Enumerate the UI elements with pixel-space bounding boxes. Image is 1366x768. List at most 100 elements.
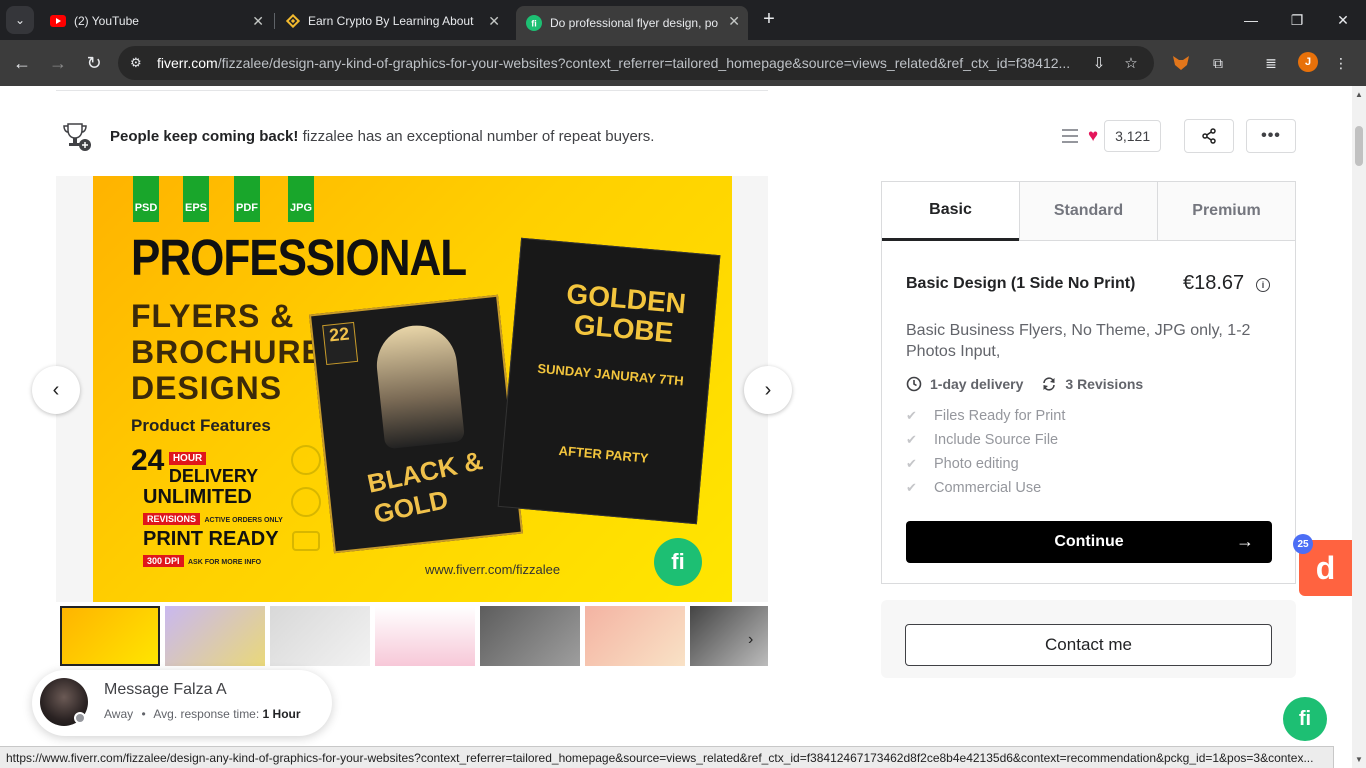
browser-toolbar: ← → ↻ ⚙ fiverr.com/fizzalee/design-any-k… (0, 40, 1366, 86)
media-controls-icon[interactable]: ≣ (1260, 52, 1282, 74)
bookmark-star-icon[interactable]: ☆ (1122, 54, 1140, 72)
tab-premium[interactable]: Premium (1157, 182, 1295, 241)
profile-avatar[interactable]: J (1298, 52, 1318, 72)
tab-label: Earn Crypto By Learning About (308, 14, 474, 28)
response-value: 1 Hour (262, 707, 301, 721)
check-icon: ✔ (906, 480, 917, 495)
chevron-right-icon: › (764, 378, 772, 401)
format-tag: EPS (183, 176, 209, 222)
check-icon: ✔ (906, 408, 917, 423)
continue-button[interactable]: Continue → (906, 521, 1272, 563)
flyer-feature-revisions: UNLIMITED REVISIONS ACTIVE ORDERS ONLY (143, 486, 283, 527)
poster-title: BLACK & GOLD (364, 445, 486, 530)
package-tabs: Basic Standard Premium (882, 182, 1295, 241)
forward-button[interactable]: → (44, 49, 72, 77)
thumbnail[interactable] (480, 606, 580, 666)
poster-date: 22 (322, 321, 359, 366)
tab-standard[interactable]: Standard (1019, 182, 1157, 241)
repeat-buyers-bold: People keep coming back! (110, 127, 299, 145)
metamask-icon[interactable] (1170, 52, 1192, 74)
flyer-word: DELIVERY (168, 466, 259, 486)
flyer-tag: HOUR (168, 452, 207, 465)
package-meta: 1-day delivery 3 Revisions (906, 376, 1143, 392)
url-domain: fiverr.com (157, 55, 218, 71)
repeat-buyers-banner: People keep coming back! fizzalee has an… (60, 120, 654, 152)
flyer-title: PROFESSIONAL (131, 230, 467, 287)
maximize-button[interactable]: ❐ (1274, 6, 1320, 34)
trophy-icon (63, 123, 91, 151)
feature-label: Photo editing (934, 456, 1019, 472)
browser-menu-icon[interactable]: ⋮ (1330, 52, 1352, 74)
revisions-count: 3 Revisions (1065, 376, 1144, 392)
scroll-down-icon[interactable]: ▼ (1355, 755, 1363, 764)
repeat-buyers-desc: fizzalee has an exceptional number of re… (298, 127, 655, 145)
format-tag: JPG (288, 176, 314, 222)
more-options-button[interactable]: ••• (1246, 119, 1296, 153)
svg-text:fi: fi (531, 19, 537, 29)
feature-item: ✔ Photo editing (906, 456, 1019, 472)
close-icon[interactable]: ✕ (488, 13, 500, 30)
check-icon: ✔ (906, 432, 917, 447)
gig-main-image[interactable]: PSD EPS PDF JPG PROFESSIONAL FLYERS & BR… (93, 176, 732, 602)
revisions-icon (1043, 377, 1056, 391)
feature-item: ✔ Include Source File (906, 432, 1058, 448)
message-seller-widget[interactable]: Message Falza A Away • Avg. response tim… (32, 670, 332, 736)
thumbnail[interactable] (165, 606, 265, 666)
share-button[interactable] (1184, 119, 1234, 153)
scrollbar-thumb[interactable] (1355, 126, 1363, 166)
response-label: Avg. response time: (153, 707, 260, 721)
info-icon[interactable]: i (1256, 278, 1270, 292)
url-text[interactable]: fiverr.com/fizzalee/design-any-kind-of-g… (157, 55, 1077, 71)
thumbnail[interactable] (375, 606, 475, 666)
collections-list-icon[interactable] (1062, 126, 1082, 146)
thumbnail[interactable] (585, 606, 685, 666)
feature-label: Include Source File (934, 432, 1059, 448)
contact-me-button[interactable]: Contact me (905, 624, 1272, 666)
flyer-feature-icons (291, 445, 321, 551)
feature-item: ✔ Files Ready for Print (906, 408, 1065, 424)
close-window-button[interactable]: ✕ (1320, 6, 1366, 34)
gallery-prev-button[interactable]: ‹ (32, 366, 80, 414)
site-info-icon[interactable]: ⚙ (130, 55, 146, 71)
tab-basic[interactable]: Basic (882, 182, 1019, 241)
thumbnails-next-button[interactable]: › (748, 631, 753, 649)
tab-search-button[interactable]: ⌄ (6, 6, 34, 34)
tab-binance[interactable]: Earn Crypto By Learning About ✕ (276, 6, 508, 36)
poster-subtitle: SUNDAY JANURAY 7TH (536, 360, 685, 389)
tab-youtube[interactable]: (2) YouTube ✕ (40, 6, 272, 36)
poster-footer: AFTER PARTY (558, 442, 650, 466)
favorite-button[interactable]: ♥ 3,121 (1088, 120, 1162, 152)
url-path: /fizzalee/design-any-kind-of-graphics-fo… (217, 55, 1071, 71)
extensions-puzzle-icon[interactable]: ⧉ (1207, 52, 1229, 74)
tab-fiverr-active[interactable]: fi Do professional flyer design, po ✕ (516, 6, 748, 40)
contact-section: Contact me (881, 600, 1296, 678)
address-bar[interactable]: ⚙ fiverr.com/fizzalee/design-any-kind-of… (118, 46, 1154, 80)
gallery-thumbnails (60, 606, 768, 668)
page-scrollbar[interactable]: ▲ ▼ (1352, 86, 1366, 768)
poster-title: GOLDEN GLOBE (565, 278, 688, 349)
flyer-feature-print: PRINT READY 300 DPI ASK FOR MORE INFO (143, 528, 279, 569)
thumbnail[interactable] (60, 606, 160, 666)
scroll-up-icon[interactable]: ▲ (1355, 90, 1363, 99)
close-icon[interactable]: ✕ (728, 13, 740, 30)
reload-button[interactable]: ↻ (80, 49, 108, 77)
chevron-right-icon: › (748, 631, 754, 648)
status-dot (74, 712, 86, 724)
flyer-poster-black-gold: 22 BLACK & GOLD (308, 294, 524, 554)
flyer-feature-delivery: 24 HOUR DELIVERY (131, 444, 258, 487)
new-tab-button[interactable]: + (758, 8, 780, 30)
thumbnail[interactable] (690, 606, 768, 666)
install-app-icon[interactable]: ⇩ (1090, 54, 1108, 72)
gallery-next-button[interactable]: › (744, 366, 792, 414)
fiverr-chat-button[interactable]: fi (1283, 697, 1327, 741)
back-button[interactable]: ← (8, 49, 36, 77)
minimize-button[interactable]: — (1228, 6, 1274, 34)
flyer-word: UNLIMITED (143, 486, 252, 508)
seller-status: Away (104, 707, 134, 721)
flyer-word: PRINT READY (143, 528, 279, 550)
package-description: Basic Business Flyers, No Theme, JPG onl… (906, 322, 1251, 360)
thumbnail[interactable] (270, 606, 370, 666)
format-tag: PDF (234, 176, 260, 222)
heart-icon[interactable]: ♥ (1088, 126, 1098, 146)
close-icon[interactable]: ✕ (252, 13, 264, 30)
